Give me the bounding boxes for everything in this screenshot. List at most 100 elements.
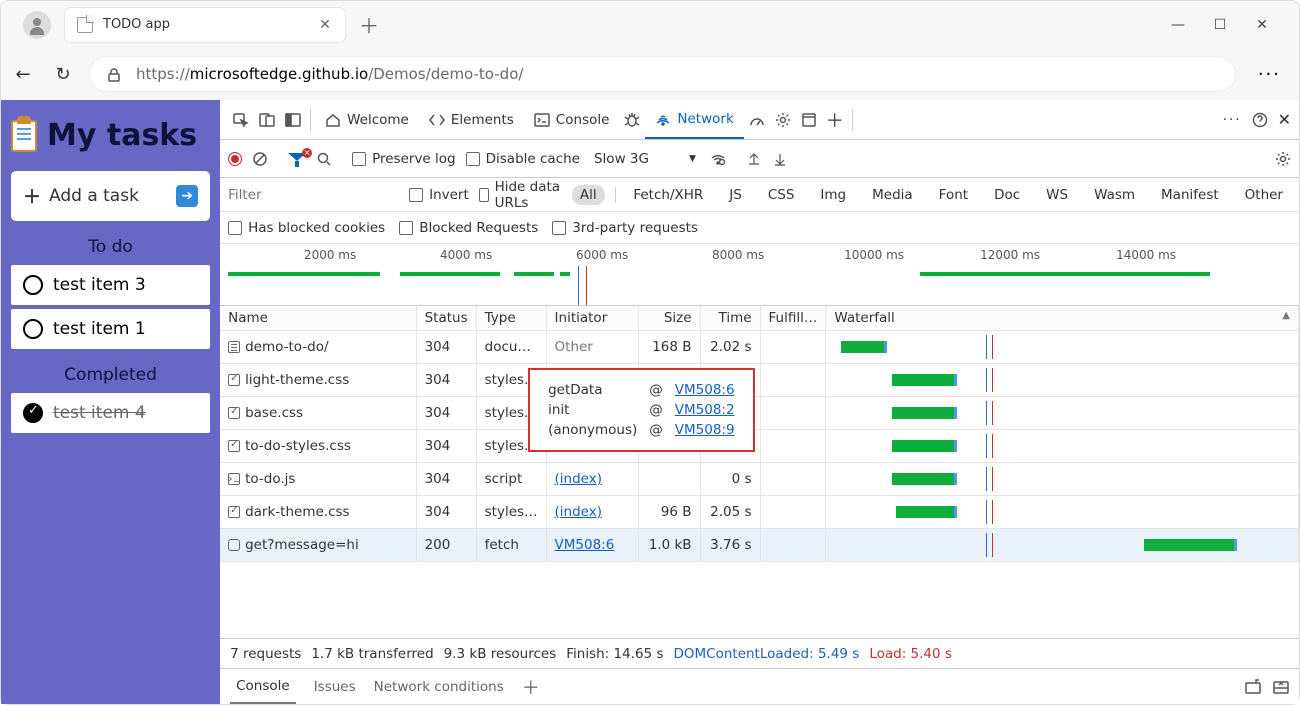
close-tab-button[interactable]: ✕: [317, 17, 333, 33]
plus-icon: ＋: [23, 183, 41, 209]
clear-button[interactable]: [252, 151, 268, 167]
network-toolbar: × Preserve log Disable cache Slow 3G▼: [220, 140, 1299, 178]
address-row: ← ↻ https://microsoftedge.github.io/Demo…: [1, 49, 1299, 100]
request-row[interactable]: get?message=hi200fetchVM508:61.0 kB3.76 …: [220, 529, 1298, 562]
inspect-element-button[interactable]: [228, 111, 254, 129]
throttle-select[interactable]: Slow 3G▼: [590, 149, 700, 169]
col-time[interactable]: Time: [700, 306, 760, 331]
blocked-cookies-checkbox[interactable]: Has blocked cookies: [228, 220, 385, 236]
back-button[interactable]: ←: [9, 64, 37, 85]
todo-item[interactable]: test item 1: [11, 309, 210, 349]
radio-icon[interactable]: [23, 319, 43, 339]
type-filter[interactable]: Manifest: [1153, 185, 1227, 205]
disable-cache-checkbox[interactable]: Disable cache: [466, 151, 580, 167]
record-button[interactable]: [228, 152, 242, 166]
application-icon[interactable]: [796, 111, 822, 129]
type-filter[interactable]: Wasm: [1086, 185, 1143, 205]
col-initiator[interactable]: Initiator: [546, 306, 638, 331]
request-row[interactable]: base.css304styles…(index)5 s: [220, 397, 1298, 430]
type-filter[interactable]: Other: [1237, 185, 1291, 205]
table-header-row[interactable]: Name Status Type Initiator Size Time Ful…: [220, 306, 1298, 331]
network-settings-button[interactable]: [1275, 151, 1291, 167]
preserve-log-checkbox[interactable]: Preserve log: [352, 151, 456, 167]
type-filter[interactable]: Doc: [986, 185, 1028, 205]
refresh-button[interactable]: ↻: [49, 64, 77, 85]
radio-icon[interactable]: [23, 275, 43, 295]
dock-side-button[interactable]: [280, 111, 306, 129]
drawer-tab-network-conditions[interactable]: Network conditions: [374, 679, 504, 695]
more-tabs-button[interactable]: ＋: [822, 107, 848, 133]
devtools-drawer: Console Issues Network conditions ＋: [220, 668, 1299, 704]
profile-avatar[interactable]: [23, 11, 51, 39]
type-filter[interactable]: Fetch/XHR: [625, 185, 711, 205]
url-text: https://microsoftedge.github.io/Demos/de…: [136, 65, 523, 83]
network-status-bar: 7 requests 1.7 kB transferred 9.3 kB res…: [220, 638, 1299, 668]
request-row[interactable]: to-do-styles.css304styles…(index)3 s: [220, 430, 1298, 463]
col-waterfall[interactable]: Waterfall: [826, 306, 1299, 331]
download-har-button[interactable]: [772, 151, 788, 167]
col-size[interactable]: Size: [638, 306, 700, 331]
type-filter[interactable]: Media: [864, 185, 921, 205]
initiator-callstack-tooltip: getData@VM508:6init@VM508:2(anonymous)@V…: [528, 368, 754, 452]
add-task-label: Add a task: [49, 186, 139, 206]
request-row[interactable]: demo-to-do/304docu…Other168 B2.02 s: [220, 331, 1298, 364]
blocked-requests-checkbox[interactable]: Blocked Requests: [399, 220, 538, 236]
col-fulfilled[interactable]: Fulfill…: [760, 306, 826, 331]
drawer-toggle-icon[interactable]: [1273, 678, 1289, 696]
col-status[interactable]: Status: [416, 306, 476, 331]
type-filter[interactable]: Font: [931, 185, 976, 205]
request-row[interactable]: dark-theme.css304styles…(index)96 B2.05 …: [220, 496, 1298, 529]
todo-item[interactable]: test item 3: [11, 265, 210, 305]
type-filter-all[interactable]: All: [572, 185, 605, 205]
todo-heading: To do: [11, 237, 210, 257]
col-type[interactable]: Type: [476, 306, 546, 331]
drawer-tab-issues[interactable]: Issues: [314, 679, 356, 695]
timeline-overview[interactable]: 2000 ms 4000 ms 6000 ms 8000 ms 10000 ms…: [220, 244, 1299, 306]
drawer-tab-console[interactable]: Console: [230, 670, 296, 704]
clipboard-icon: [11, 120, 37, 152]
devtools-tab-bar: Welcome Elements Console Network ＋ ··· ✕: [220, 100, 1299, 140]
bug-icon[interactable]: [619, 111, 645, 129]
third-party-checkbox[interactable]: 3rd-party requests: [552, 220, 698, 236]
col-name[interactable]: Name: [220, 306, 416, 331]
help-button[interactable]: [1252, 112, 1268, 128]
submit-task-button[interactable]: ➔: [176, 185, 198, 207]
minimize-button[interactable]: —: [1171, 17, 1185, 33]
tab-elements[interactable]: Elements: [419, 100, 524, 139]
type-filter[interactable]: JS: [721, 185, 750, 205]
window-controls: — ☐ ✕: [1171, 17, 1291, 33]
filter-input[interactable]: [228, 187, 399, 203]
type-filter[interactable]: WS: [1038, 185, 1076, 205]
page-title: My tasks: [11, 118, 210, 153]
request-row[interactable]: to-do.js304script(index)0 s: [220, 463, 1298, 496]
wifi-settings-icon[interactable]: [710, 151, 726, 167]
maximize-button[interactable]: ☐: [1213, 17, 1227, 33]
devtools-more-button[interactable]: ···: [1223, 112, 1242, 128]
hide-data-urls-checkbox[interactable]: Hide data URLs: [479, 179, 562, 211]
type-filter[interactable]: Img: [812, 185, 854, 205]
upload-har-button[interactable]: [746, 151, 762, 167]
settings-gear-icon[interactable]: [770, 111, 796, 129]
completed-item[interactable]: test item 4: [11, 393, 210, 433]
type-filter[interactable]: CSS: [760, 185, 803, 205]
tab-network[interactable]: Network: [645, 100, 743, 139]
close-devtools-button[interactable]: ✕: [1278, 110, 1291, 129]
drawer-expand-icon[interactable]: [1245, 678, 1261, 696]
request-row[interactable]: light-theme.css304styles…(index)120 B2.0…: [220, 364, 1298, 397]
tab-welcome[interactable]: Welcome: [315, 100, 419, 139]
close-window-button[interactable]: ✕: [1255, 17, 1269, 33]
browser-menu-button[interactable]: ···: [1248, 64, 1291, 85]
filter-toggle-button[interactable]: ×: [288, 151, 306, 167]
invert-checkbox[interactable]: Invert: [409, 187, 469, 203]
filter-bar: Invert Hide data URLs All Fetch/XHR JS C…: [220, 178, 1299, 212]
check-icon[interactable]: [23, 403, 43, 423]
drawer-more-button[interactable]: ＋: [522, 674, 540, 700]
address-bar[interactable]: https://microsoftedge.github.io/Demos/de…: [89, 56, 1236, 92]
device-toolbar-button[interactable]: [254, 111, 280, 129]
performance-icon[interactable]: [744, 111, 770, 129]
tab-console[interactable]: Console: [524, 100, 620, 139]
search-button[interactable]: [316, 151, 332, 167]
new-tab-button[interactable]: ＋: [359, 10, 379, 39]
browser-tab[interactable]: TODO app ✕: [65, 8, 345, 42]
add-task-input[interactable]: ＋ Add a task ➔: [11, 171, 210, 221]
